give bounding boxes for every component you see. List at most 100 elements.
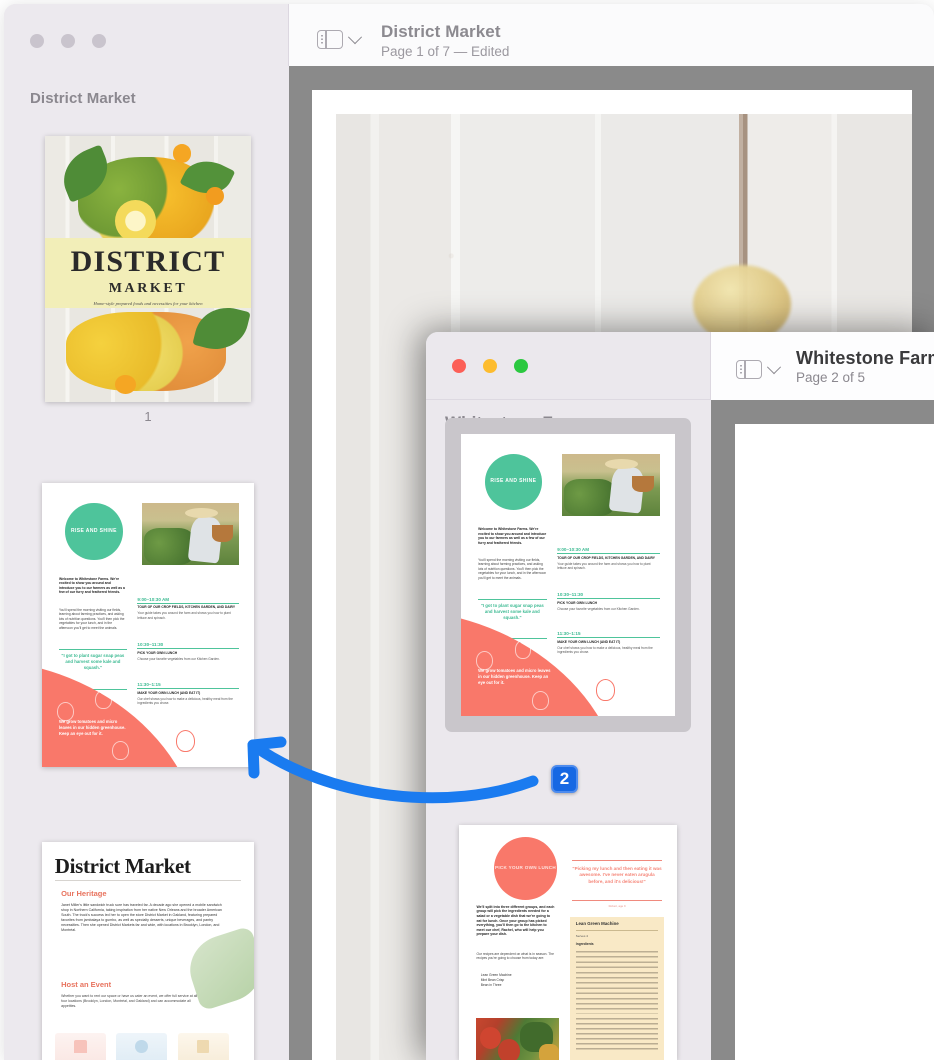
schedule-body: Your guide takes you around the farm and…: [137, 611, 231, 620]
recipe-list: Lean Green Machine Mint Bean Crisp Bean …: [481, 973, 559, 988]
schedule-title: PICK YOUR OWN LUNCH: [557, 600, 597, 605]
tomato-icon: [531, 690, 549, 710]
rise-and-shine-circle: RISE AND SHINE: [65, 502, 123, 560]
background-sidebar-heading: District Market: [30, 90, 136, 107]
thumbnail-page-pick-your-own-lunch[interactable]: PICK YOUR OWN LUNCH "Picking my lunch an…: [459, 825, 677, 1060]
thumbnail-page-rise-and-shine[interactable]: RISE AND SHINE Welcome to Whitestone Far…: [42, 483, 254, 767]
chevron-down-icon[interactable]: [766, 359, 782, 374]
section-heading: Our Heritage: [61, 888, 107, 898]
rise-and-shine-circle: RISE AND SHINE: [484, 453, 543, 511]
kumquat: [115, 375, 136, 394]
thumbnail-page-rise-and-shine[interactable]: RISE AND SHINE Welcome to Whitestone Far…: [461, 434, 675, 716]
tomato-icon: [475, 651, 493, 671]
tomato-icon: [56, 701, 74, 721]
schedule-time: 10:30–11:30: [557, 591, 584, 597]
schedule-time: 9:00–10:30 AM: [137, 596, 170, 602]
quote: "Picking my lunch and then eating it was…: [572, 866, 662, 884]
schedule-title: MAKE YOUR OWN LUNCH (AND EAT IT): [557, 640, 621, 645]
sidebar-toggle-icon[interactable]: [736, 360, 762, 379]
recipe-title: Lean Green Machine: [575, 920, 619, 926]
tomato-icon: [111, 741, 129, 761]
schedule-item: 9:00–10:30 AM TOUR OF OUR CROP FIELDS, K…: [557, 547, 661, 570]
close-button[interactable]: [30, 34, 44, 48]
footer-note: We grow tomatoes and micro leaves in our…: [58, 718, 126, 736]
zoom-button[interactable]: [92, 34, 106, 48]
farm-photo: [141, 502, 240, 566]
intro-bold: Welcome to Whitestone Farms. We're excit…: [478, 527, 547, 545]
swatch-icon: [73, 1039, 87, 1053]
background-traffic-lights[interactable]: [30, 34, 106, 48]
swatch-icon: [196, 1039, 210, 1053]
recipe-ingredients-heading: Ingredients: [575, 942, 594, 947]
schedule-title: TOUR OF OUR CROP FIELDS, KITCHEN GARDEN,…: [137, 605, 236, 610]
schedule-item: 11:30–1:15 MAKE YOUR OWN LUNCH (AND EAT …: [137, 681, 240, 705]
background-sidebar-toggle[interactable]: [317, 29, 363, 49]
foreground-doc-info: Whitestone Farms Page 2 of 5: [796, 348, 934, 387]
foreground-thumb-2-selection[interactable]: RISE AND SHINE Welcome to Whitestone Far…: [445, 418, 691, 732]
schedule-title: MAKE YOUR OWN LUNCH (AND EAT IT): [137, 690, 201, 695]
foreground-sidebar-separator: [710, 332, 711, 400]
quote: "I got to plant sugar snap peas and harv…: [480, 603, 544, 621]
schedule-title: PICK YOUR OWN LUNCH: [137, 650, 178, 655]
schedule-time: 11:30–1:15: [137, 681, 161, 687]
tomato-icon: [175, 730, 195, 752]
tomato-icon: [514, 639, 532, 659]
tomato-icon: [95, 690, 112, 710]
list-item: Bean in Three: [480, 983, 502, 988]
schedule-item: 10:30–11:30 PICK YOUR OWN LUNCH Choose y…: [557, 591, 661, 611]
minimize-button[interactable]: [61, 34, 75, 48]
recipe-serves: Serves 4: [575, 933, 588, 938]
schedule-body: Our chef shows you how to make a delicio…: [557, 646, 653, 655]
schedule-item: 9:00–10:30 AM TOUR OF OUR CROP FIELDS, K…: [137, 596, 240, 620]
foreground-sidebar-divider: [426, 399, 710, 400]
schedule-item: 11:30–1:15 MAKE YOUR OWN LUNCH (AND EAT …: [557, 631, 661, 655]
kumquat: [172, 143, 192, 163]
schedule-item: 10:30–11:30 PICK YOUR OWN LUNCH Choose y…: [137, 642, 240, 661]
thumbnail-page-cover[interactable]: DISTRICT MARKET Home-style prepared food…: [45, 136, 251, 402]
background-sidebar-separator: [288, 4, 289, 66]
foreground-traffic-lights[interactable]: [452, 359, 528, 373]
minimize-button[interactable]: [483, 359, 497, 373]
zoom-button[interactable]: [514, 359, 528, 373]
thumbnail-page-heritage[interactable]: District Market Our Heritage Janet Mille…: [42, 842, 254, 1060]
recipe-card: Lean Green Machine Serves 4 Ingredients: [570, 916, 664, 1060]
background-doc-subtitle: Page 1 of 7 — Edited: [381, 44, 510, 59]
cover-tagline: Home-style prepared foods and necessitie…: [93, 300, 203, 306]
section-heading: Host an Event: [61, 979, 112, 989]
intro-body: You'll spend the morning visiting our fi…: [58, 607, 125, 630]
page-badge: 2: [551, 765, 578, 793]
foreground-canvas[interactable]: [711, 400, 934, 1060]
cover-title: DISTRICT: [70, 245, 226, 279]
foreground-sidebar-toggle[interactable]: [736, 359, 782, 379]
foreground-document-page: [735, 424, 934, 1060]
background-thumb-1[interactable]: DISTRICT MARKET Home-style prepared food…: [45, 136, 251, 424]
schedule-body: Your guide takes you around the farm and…: [557, 561, 651, 570]
vegetable-photo: [476, 1017, 560, 1060]
background-thumb-2[interactable]: RISE AND SHINE Welcome to Whitestone Far…: [42, 483, 254, 767]
chevron-down-icon[interactable]: [347, 29, 363, 44]
tomato-icon: [595, 679, 615, 702]
background-doc-info: District Market Page 1 of 7 — Edited: [381, 22, 509, 61]
swatch-icon: [135, 1039, 148, 1053]
schedule-body: Choose your favorite vegetables from our…: [137, 656, 220, 661]
footer-note: We grow tomatoes and micro leaves in our…: [478, 668, 551, 686]
close-button[interactable]: [452, 359, 466, 373]
schedule-body: Our chef shows you how to make a delicio…: [137, 696, 233, 705]
section-body: Whether you want to rent our space or ha…: [61, 994, 198, 1008]
recipe-ingredient-lines: [575, 951, 659, 1015]
quote-attr: Robert, age 9: [608, 903, 626, 908]
foreground-doc-subtitle: Page 2 of 5: [796, 370, 866, 385]
intro-body: You'll spend the morning visiting our fi…: [478, 558, 547, 580]
foreground-doc-title: Whitestone Farms: [796, 348, 934, 368]
screen: District Market District Market Page 1 o…: [0, 0, 934, 1060]
section-body: Janet Miller's little sandwich truck sur…: [61, 903, 222, 933]
schedule-title: TOUR OF OUR CROP FIELDS, KITCHEN GARDEN,…: [557, 555, 655, 560]
pick-your-own-lunch-circle: PICK YOUR OWN LUNCH: [493, 836, 558, 901]
foreground-window[interactable]: Whitestone Farms Whitestone Farms Page 2…: [426, 332, 934, 1060]
sidebar-toggle-icon[interactable]: [317, 30, 343, 49]
background-doc-title: District Market: [381, 22, 501, 41]
intro-bold: Welcome to Whitestone Farms. We're excit…: [58, 576, 125, 595]
body: Our recipes are dependent on what is in …: [476, 951, 554, 961]
body-bold: We'll split into three different groups,…: [476, 904, 555, 937]
schedule-time: 10:30–11:30: [137, 642, 164, 648]
